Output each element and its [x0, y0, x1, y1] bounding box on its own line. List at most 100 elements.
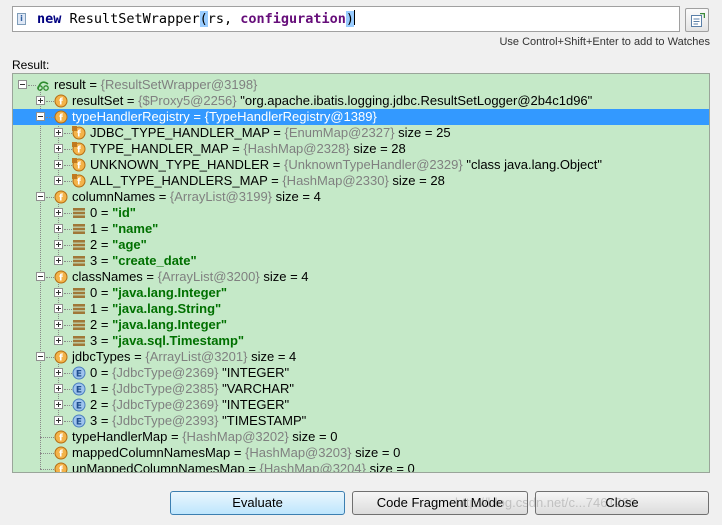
node-label: 1 = {JdbcType@2385} "VARCHAR"	[90, 381, 294, 397]
tree-row[interactable]: 1 = "java.lang.String"	[13, 301, 709, 317]
array-element-icon	[73, 336, 85, 346]
watch-result-icon	[36, 78, 50, 92]
evaluate-button[interactable]: Evaluate	[170, 491, 345, 515]
node-equals: =	[167, 429, 183, 444]
code-fragment-mode-button[interactable]: Code Fragment Mode	[352, 491, 528, 515]
expand-toggle[interactable]	[54, 144, 63, 153]
node-type: {TypeHandlerRegistry@1389}	[204, 109, 377, 124]
tree-row[interactable]: f mappedColumnNamesMap = {HashMap@3203} s…	[13, 445, 709, 461]
tree-row[interactable]: 0 = "id"	[13, 205, 709, 221]
result-tree[interactable]: result = {ResultSetWrapper@3198} f result…	[12, 73, 710, 473]
node-equals: =	[97, 381, 113, 396]
node-name: result	[54, 77, 86, 92]
tree-row[interactable]: f JDBC_TYPE_HANDLER_MAP = {EnumMap@2327} …	[13, 125, 709, 141]
expand-toggle[interactable]	[54, 288, 63, 297]
array-element-icon	[72, 334, 86, 348]
tree-guide-line	[46, 277, 54, 278]
final-field-icon: f	[72, 126, 86, 140]
tree-row[interactable]: result = {ResultSetWrapper@3198}	[13, 77, 709, 93]
tree-row[interactable]: E 1 = {JdbcType@2385} "VARCHAR"	[13, 381, 709, 397]
expand-toggle[interactable]	[54, 176, 63, 185]
expand-toggle[interactable]	[54, 128, 63, 137]
tree-guide-line	[64, 341, 72, 342]
final-field-icon: f	[72, 158, 86, 172]
enum-icon: E	[72, 414, 86, 428]
expand-toggle[interactable]	[54, 384, 63, 393]
tree-row[interactable]: 0 = "java.lang.Integer"	[13, 285, 709, 301]
node-type: {HashMap@2330}	[282, 173, 389, 188]
array-element-icon	[72, 318, 86, 332]
tree-row[interactable]: f UNKNOWN_TYPE_HANDLER = {UnknownTypeHand…	[13, 157, 709, 173]
expand-toggle[interactable]	[54, 320, 63, 329]
history-button[interactable]	[685, 8, 709, 32]
expand-toggle[interactable]	[36, 96, 45, 105]
array-element-icon	[72, 206, 86, 220]
collapse-toggle[interactable]	[18, 80, 27, 89]
collapse-toggle[interactable]	[36, 112, 45, 121]
expand-toggle[interactable]	[54, 400, 63, 409]
tree-row[interactable]: E 2 = {JdbcType@2369} "INTEGER"	[13, 397, 709, 413]
node-name: ALL_TYPE_HANDLERS_MAP	[90, 173, 268, 188]
tree-row[interactable]: f jdbcTypes = {ArrayList@3201} size = 4	[13, 349, 709, 365]
tree-row[interactable]: 2 = "age"	[13, 237, 709, 253]
node-label: typeHandlerMap = {HashMap@3202} size = 0	[72, 429, 337, 445]
enum-icon: E	[72, 366, 86, 380]
expand-toggle[interactable]	[54, 304, 63, 313]
collapse-toggle[interactable]	[36, 352, 45, 361]
tree-row[interactable]: E 3 = {JdbcType@2393} "TIMESTAMP"	[13, 413, 709, 429]
tree-row[interactable]: f resultSet = {$Proxy5@2256} "org.apache.…	[13, 93, 709, 109]
tree-row[interactable]: f classNames = {ArrayList@3200} size = 4	[13, 269, 709, 285]
expand-toggle[interactable]	[54, 336, 63, 345]
collapse-toggle[interactable]	[36, 192, 45, 201]
node-label: mappedColumnNamesMap = {HashMap@3203} si…	[72, 445, 400, 461]
node-name: mappedColumnNamesMap	[72, 445, 231, 460]
tree-row[interactable]: 3 = "create_date"	[13, 253, 709, 269]
tree-guide-line	[64, 293, 72, 294]
tree-row[interactable]: 1 = "name"	[13, 221, 709, 237]
node-type: {HashMap@3204}	[259, 461, 366, 473]
final-field-icon: f	[72, 158, 86, 172]
node-label: 2 = {JdbcType@2369} "INTEGER"	[90, 397, 289, 413]
node-type: {HashMap@3203}	[245, 445, 352, 460]
node-label: TYPE_HANDLER_MAP = {HashMap@2328} size =…	[90, 141, 406, 157]
node-type: {JdbcType@2369}	[112, 365, 219, 380]
expand-toggle[interactable]	[54, 368, 63, 377]
expand-toggle[interactable]	[54, 416, 63, 425]
tree-row[interactable]: f typeHandlerRegistry = {TypeHandlerRegis…	[13, 109, 709, 125]
svg-text:E: E	[76, 370, 82, 380]
expression-input[interactable]: i new ResultSetWrapper(rs, configuration…	[12, 6, 680, 32]
tree-row[interactable]: 3 = "java.sql.Timestamp"	[13, 333, 709, 349]
expand-toggle[interactable]	[54, 208, 63, 217]
node-value: size = 0	[369, 461, 415, 473]
tree-row[interactable]: 2 = "java.lang.Integer"	[13, 317, 709, 333]
expand-toggle[interactable]	[54, 256, 63, 265]
tree-row[interactable]: f typeHandlerMap = {HashMap@3202} size = …	[13, 429, 709, 445]
array-element-icon	[72, 286, 86, 300]
expand-toggle[interactable]	[54, 224, 63, 233]
expr-arg1: rs	[207, 11, 224, 27]
node-value: size = 0	[355, 445, 401, 460]
tree-row[interactable]: E 0 = {JdbcType@2369} "INTEGER"	[13, 365, 709, 381]
close-button[interactable]: Close	[535, 491, 709, 515]
svg-text:f: f	[59, 114, 63, 124]
tree-row[interactable]: f ALL_TYPE_HANDLERS_MAP = {HashMap@2330} …	[13, 173, 709, 189]
node-label: columnNames = {ArrayList@3199} size = 4	[72, 189, 321, 205]
node-value: "id"	[112, 205, 136, 220]
field-icon: f	[54, 190, 68, 204]
tree-row[interactable]: f columnNames = {ArrayList@3199} size = 4	[13, 189, 709, 205]
tree-row[interactable]: f TYPE_HANDLER_MAP = {HashMap@2328} size …	[13, 141, 709, 157]
expand-toggle[interactable]	[54, 160, 63, 169]
tree-guide-line	[46, 117, 54, 118]
node-label: 0 = "java.lang.Integer"	[90, 285, 227, 301]
tree-guide-line	[40, 437, 54, 438]
node-label: ALL_TYPE_HANDLERS_MAP = {HashMap@2330} s…	[90, 173, 445, 189]
node-name: typeHandlerRegistry	[72, 109, 190, 124]
tree-guide-line	[46, 197, 54, 198]
field-icon: f	[54, 446, 68, 460]
tree-guide-line	[64, 165, 72, 166]
expand-toggle[interactable]	[54, 240, 63, 249]
enum-icon: E	[72, 366, 86, 380]
collapse-toggle[interactable]	[36, 272, 45, 281]
tree-row[interactable]: f unMappedColumnNamesMap = {HashMap@3204}…	[13, 461, 709, 473]
node-value: size = 25	[398, 125, 451, 140]
